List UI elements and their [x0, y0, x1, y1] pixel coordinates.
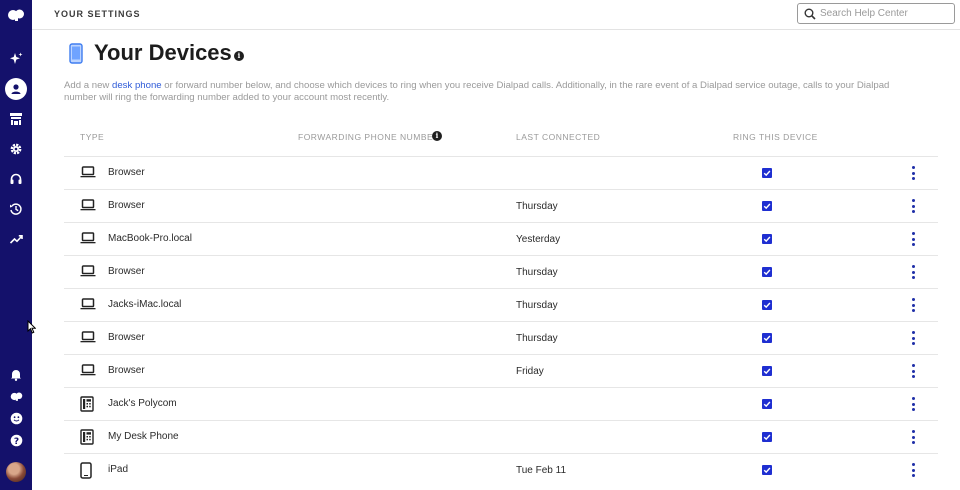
more-options-icon[interactable] [908, 430, 918, 444]
table-row: Jacks-iMac.local Thursday [64, 288, 938, 321]
column-header-ring: RING THIS DEVICE [733, 132, 818, 142]
device-name: Browser [108, 167, 145, 178]
last-connected: Yesterday [516, 234, 561, 245]
laptop-icon [80, 264, 96, 282]
device-name: Browser [108, 200, 145, 211]
laptop-icon [80, 198, 96, 216]
smiley-icon[interactable] [0, 407, 32, 429]
device-name: MacBook-Pro.local [108, 233, 192, 244]
device-name: Jacks-iMac.local [108, 299, 182, 310]
svg-text:?: ? [13, 436, 18, 446]
ring-device-checkbox[interactable] [762, 168, 772, 178]
last-connected: Thursday [516, 267, 558, 278]
table-row: Browser Thursday [64, 255, 938, 288]
more-options-icon[interactable] [908, 265, 918, 279]
table-row: Jack's Polycom [64, 387, 938, 420]
device-name: Browser [108, 365, 145, 376]
sparkle-icon[interactable] [0, 48, 32, 70]
table-row: My Desk Phone [64, 420, 938, 453]
table-row: Browser [64, 156, 938, 189]
tablet-icon [80, 462, 92, 484]
table-row: iPad Tue Feb 11 [64, 453, 938, 486]
ring-device-checkbox[interactable] [762, 333, 772, 343]
gear-icon[interactable] [0, 138, 32, 160]
device-name: Browser [108, 266, 145, 277]
top-bar: YOUR SETTINGS [32, 0, 960, 30]
page-description: Add a new desk phone or forward number b… [64, 80, 914, 104]
settings-title: YOUR SETTINGS [54, 9, 141, 19]
last-connected: Tue Feb 11 [516, 465, 567, 476]
bell-icon[interactable] [0, 363, 32, 385]
more-options-icon[interactable] [908, 199, 918, 213]
ring-device-checkbox[interactable] [762, 465, 772, 475]
more-options-icon[interactable] [908, 463, 918, 477]
office-icon[interactable] [0, 108, 32, 130]
more-options-icon[interactable] [908, 364, 918, 378]
column-header-last-connected: LAST CONNECTED [516, 132, 601, 142]
dialpad-logo-icon[interactable] [0, 4, 32, 26]
device-name: iPad [108, 464, 129, 475]
headset-icon[interactable] [0, 168, 32, 190]
avatar[interactable] [6, 462, 26, 482]
ring-device-checkbox[interactable] [762, 201, 772, 211]
ring-device-checkbox[interactable] [762, 432, 772, 442]
last-connected: Thursday [516, 201, 558, 212]
info-icon[interactable]: i [234, 51, 244, 61]
more-options-icon[interactable] [908, 166, 918, 180]
ring-device-checkbox[interactable] [762, 234, 772, 244]
search-box[interactable] [797, 3, 955, 24]
last-connected: Thursday [516, 333, 558, 344]
desk-phone-icon [80, 429, 94, 450]
last-connected: Thursday [516, 300, 558, 311]
ring-device-checkbox[interactable] [762, 300, 772, 310]
search-icon [804, 8, 816, 20]
column-header-type: TYPE [80, 132, 105, 142]
laptop-icon [80, 165, 96, 183]
table-row: Browser Friday [64, 354, 938, 387]
dialpad-logo-icon[interactable] [0, 385, 32, 407]
analytics-icon[interactable] [0, 228, 32, 250]
last-connected: Friday [516, 366, 544, 377]
more-options-icon[interactable] [908, 232, 918, 246]
mobile-device-icon [69, 43, 83, 64]
table-row: MacBook-Pro.local Yesterday [64, 222, 938, 255]
description-text: Add a new [64, 80, 113, 91]
table-row: Browser Thursday [64, 321, 938, 354]
desk-phone-link[interactable]: desk phone [112, 80, 162, 91]
device-name: Browser [108, 332, 145, 343]
history-icon[interactable] [0, 198, 32, 220]
more-options-icon[interactable] [908, 331, 918, 345]
ring-device-checkbox[interactable] [762, 267, 772, 277]
laptop-icon [80, 297, 96, 315]
page-title: Your Devices [94, 40, 232, 65]
laptop-icon [80, 363, 96, 381]
laptop-icon [80, 231, 96, 249]
search-input[interactable] [820, 6, 950, 21]
description-text: or forward number below, and choose whic… [64, 80, 890, 103]
device-name: Jack's Polycom [108, 398, 177, 409]
sidebar: ? [0, 0, 32, 490]
help-icon[interactable]: ? [0, 429, 32, 451]
ring-device-checkbox[interactable] [762, 399, 772, 409]
more-options-icon[interactable] [908, 298, 918, 312]
laptop-icon [80, 330, 96, 348]
info-icon[interactable]: i [432, 131, 442, 141]
user-icon[interactable] [5, 78, 27, 100]
mouse-cursor-icon [27, 320, 36, 334]
ring-device-checkbox[interactable] [762, 366, 772, 376]
table-row: Browser Thursday [64, 189, 938, 222]
more-options-icon[interactable] [908, 397, 918, 411]
desk-phone-icon [80, 396, 94, 417]
device-name: My Desk Phone [108, 431, 179, 442]
column-header-forwarding: FORWARDING PHONE NUMBER [298, 132, 440, 142]
